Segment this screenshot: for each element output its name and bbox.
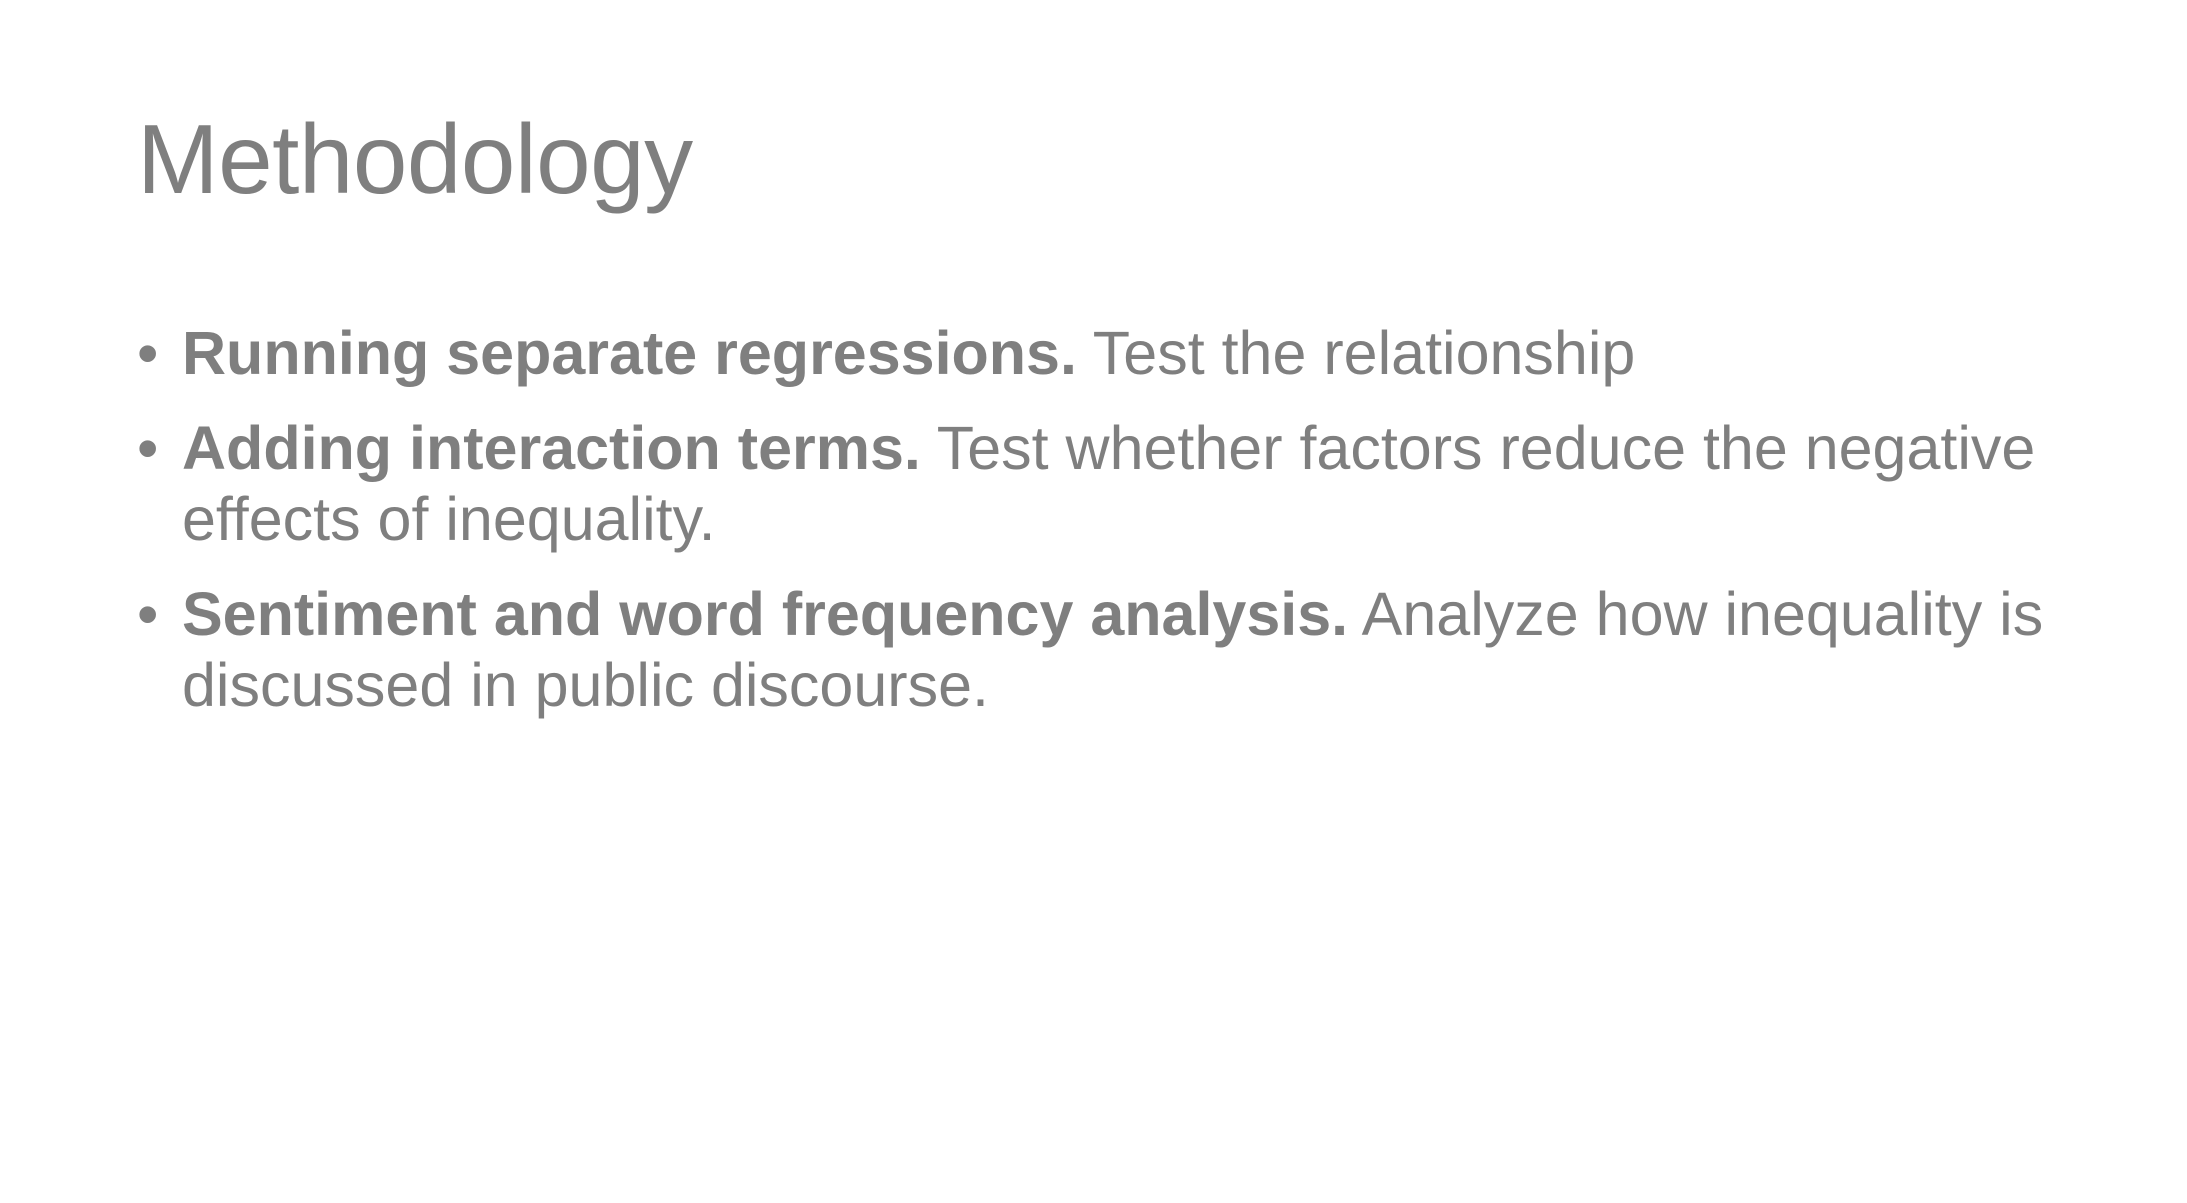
bullet-heading: Sentiment and word frequency analysis. <box>182 580 1349 648</box>
bullet-item-interaction-terms: • Adding interaction terms. Test whether… <box>137 413 2057 555</box>
slide: Methodology • Running separate regressio… <box>0 0 2187 1203</box>
bullet-text: Test the relationship <box>1076 319 1636 387</box>
bullet-heading: Running separate regressions. <box>182 319 1077 387</box>
bullet-item-sentiment-analysis: • Sentiment and word frequency analysis.… <box>137 579 2057 721</box>
bullet-icon: • <box>137 319 159 387</box>
bullet-list: • Running separate regressions. Test the… <box>137 318 2057 745</box>
bullet-icon: • <box>137 580 159 648</box>
bullet-item-separate-regressions: • Running separate regressions. Test the… <box>137 318 2057 389</box>
slide-title: Methodology <box>137 104 693 214</box>
bullet-heading: Adding interaction terms. <box>182 414 921 482</box>
bullet-icon: • <box>137 414 159 482</box>
